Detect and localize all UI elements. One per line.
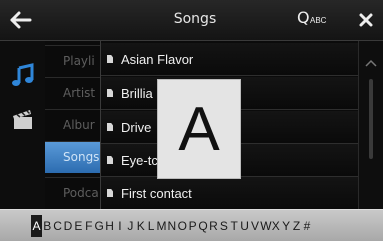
letter-indicator-popup: A xyxy=(157,79,241,179)
scrollbar[interactable] xyxy=(358,41,383,209)
list-item[interactable]: First contact xyxy=(101,177,359,210)
alphabet-letter-u[interactable]: U xyxy=(239,219,249,233)
abc-search-button[interactable]: Q ABC xyxy=(297,6,339,36)
song-title: Eye-tc xyxy=(121,153,158,168)
alphabet-letter-j[interactable]: J xyxy=(125,219,135,233)
alphabet-letter-b[interactable]: B xyxy=(42,219,52,233)
category-podcasts[interactable]: Podca xyxy=(45,177,100,209)
scroll-thumb[interactable] xyxy=(369,79,373,159)
song-title: Asian Flavor xyxy=(121,52,194,67)
alphabet-letter-r[interactable]: R xyxy=(208,219,218,233)
back-arrow-icon xyxy=(10,11,32,29)
alphabet-letter-hash[interactable]: # xyxy=(302,219,312,233)
alphabet-letter-w[interactable]: W xyxy=(260,219,271,233)
header-bar: Songs Q ABC xyxy=(0,0,383,41)
video-source-button[interactable] xyxy=(10,107,36,133)
song-title: Brillia xyxy=(121,86,153,101)
alphabet-letter-f[interactable]: F xyxy=(84,219,94,233)
song-title: Drive xyxy=(121,120,152,135)
list-item[interactable]: Asian Flavor xyxy=(101,43,359,76)
alphabet-letter-l[interactable]: L xyxy=(146,219,156,233)
alphabet-letter-k[interactable]: K xyxy=(136,219,146,233)
alphabet-letter-h[interactable]: H xyxy=(104,219,114,233)
alphabet-letter-i[interactable]: I xyxy=(115,219,125,233)
category-label: Albur xyxy=(63,118,95,132)
alphabet-bar[interactable]: A B C D E F G H I J K L M N O P Q R S T U V W X Y Z # xyxy=(0,209,383,241)
alphabet-letter-e[interactable]: E xyxy=(73,219,83,233)
page-title: Songs xyxy=(173,11,217,27)
alphabet-letter-q[interactable]: Q xyxy=(198,219,208,233)
song-file-icon xyxy=(107,55,113,63)
category-label: Songs xyxy=(63,150,100,164)
category-songs[interactable]: Songs xyxy=(45,141,100,173)
songs-screen: Songs Q ABC Playli Artist Albur Songs Po… xyxy=(0,0,383,241)
alphabet-letter-d[interactable]: D xyxy=(63,219,73,233)
category-artists[interactable]: Artist xyxy=(45,77,100,109)
search-q-icon: Q xyxy=(297,8,310,27)
category-label: Playli xyxy=(63,54,95,68)
close-button[interactable] xyxy=(352,5,380,35)
song-file-icon xyxy=(107,123,113,131)
category-albums[interactable]: Albur xyxy=(45,109,100,141)
alphabet-letter-t[interactable]: T xyxy=(229,219,239,233)
alphabet-letter-g[interactable]: G xyxy=(94,219,104,233)
song-file-icon xyxy=(107,89,113,97)
song-file-icon xyxy=(107,156,113,164)
letter-indicator: A xyxy=(178,95,220,164)
alphabet-letter-m[interactable]: M xyxy=(156,219,166,233)
alphabet-letter-c[interactable]: C xyxy=(52,219,62,233)
music-source-button[interactable] xyxy=(10,63,36,89)
source-column xyxy=(0,41,45,209)
alphabet-letter-z[interactable]: Z xyxy=(291,219,301,233)
music-note-icon xyxy=(12,63,34,86)
chevron-up-icon[interactable] xyxy=(365,59,377,67)
clapperboard-icon xyxy=(13,110,32,129)
alphabet-letter-x[interactable]: X xyxy=(271,219,281,233)
alphabet-letters: A B C D E F G H I J K L M N O P Q R S T U V W X Y Z # xyxy=(31,210,312,241)
category-list: Playli Artist Albur Songs Podca xyxy=(45,41,100,209)
song-file-icon xyxy=(107,189,113,197)
alphabet-letter-o[interactable]: O xyxy=(177,219,187,233)
alphabet-letter-a[interactable]: A xyxy=(31,215,42,237)
alphabet-letter-p[interactable]: P xyxy=(187,219,197,233)
category-playlists[interactable]: Playli xyxy=(45,45,100,77)
alphabet-letter-v[interactable]: V xyxy=(250,219,260,233)
song-title: First contact xyxy=(121,186,192,201)
alphabet-letter-y[interactable]: Y xyxy=(281,219,291,233)
close-icon xyxy=(359,13,373,27)
alphabet-letter-s[interactable]: S xyxy=(219,219,229,233)
alphabet-letter-n[interactable]: N xyxy=(167,219,177,233)
back-button[interactable] xyxy=(4,5,38,35)
category-label: Podca xyxy=(63,186,99,200)
search-abc-label: ABC xyxy=(310,16,327,25)
category-label: Artist xyxy=(63,86,96,100)
